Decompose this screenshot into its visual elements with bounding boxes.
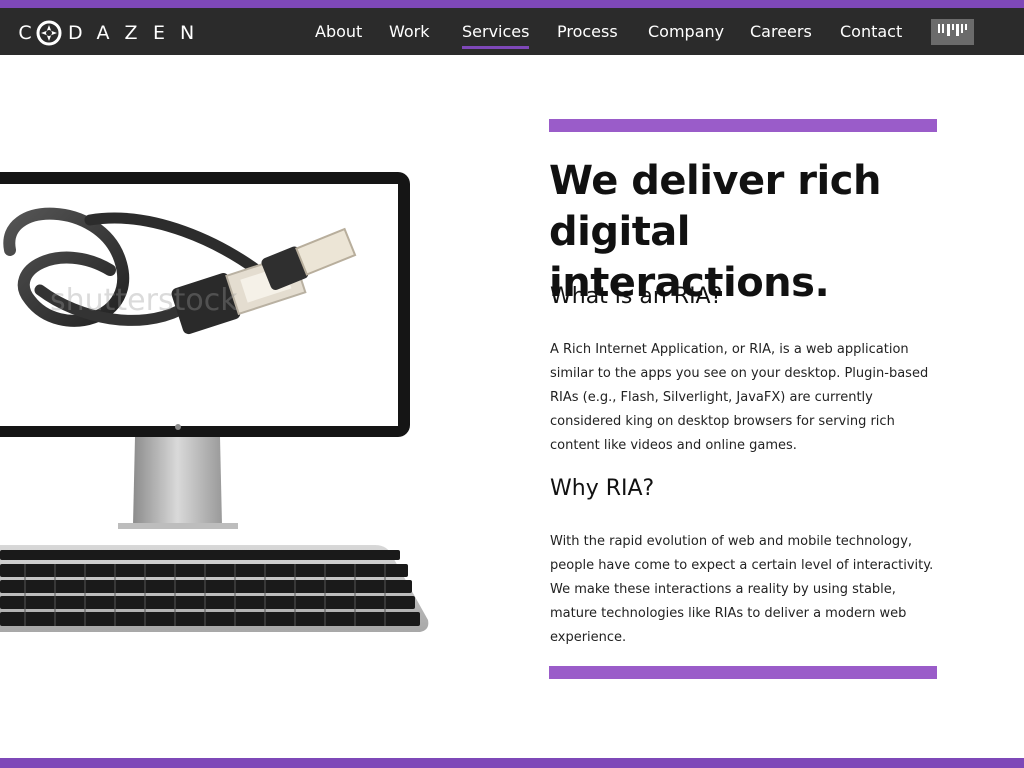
compass-logo-icon	[36, 20, 62, 46]
brand-letter: A	[96, 22, 110, 44]
brand-letter: Z	[124, 22, 138, 44]
nav-link-services[interactable]: Services	[462, 22, 530, 49]
brand-letter: N	[180, 22, 195, 44]
bottom-accent-stripe	[0, 758, 1024, 768]
section-title-what-is-ria: What is an RIA?	[550, 284, 723, 309]
bottom-accent-bar	[549, 666, 937, 679]
nav-link-about[interactable]: About	[315, 22, 362, 41]
section-body-what-is-ria: A Rich Internet Application, or RIA, is …	[550, 342, 929, 453]
brand-letter: C	[18, 22, 32, 44]
nav-link-company[interactable]: Company	[648, 22, 724, 41]
brand-letter: E	[152, 22, 165, 44]
section-body-why-ria: With the rapid evolution of web and mobi…	[550, 534, 934, 645]
barcode-menu-icon	[938, 24, 967, 36]
headline-line-1: We deliver rich	[549, 158, 881, 204]
top-accent-stripe	[0, 0, 1024, 8]
navbar: C D A Z E N About Work Services Process …	[0, 8, 1024, 55]
menu-button[interactable]	[931, 19, 974, 45]
nav-link-work[interactable]: Work	[389, 22, 430, 41]
brand-letter: D	[68, 22, 83, 44]
section-title-why-ria: Why RIA?	[550, 476, 655, 501]
brand-logo[interactable]: C D A Z E N	[18, 20, 195, 46]
hero-image: shutterstock	[0, 140, 440, 660]
top-accent-bar	[549, 119, 937, 132]
nav-link-contact[interactable]: Contact	[840, 22, 902, 41]
nav-link-process[interactable]: Process	[557, 22, 618, 41]
nav-link-careers[interactable]: Careers	[750, 22, 812, 41]
watermark-text: shutterstock	[50, 283, 238, 318]
